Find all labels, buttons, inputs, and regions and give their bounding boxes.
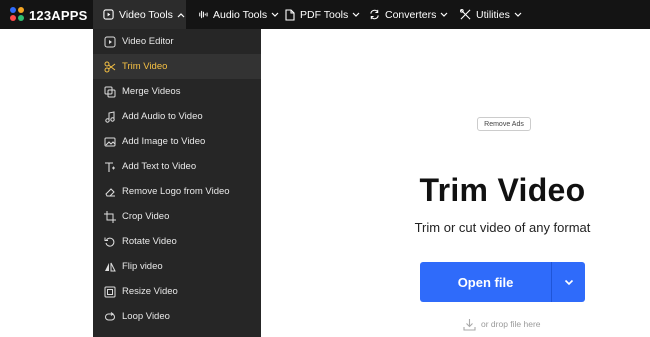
nav-video-tools[interactable]: Video Tools bbox=[93, 0, 186, 29]
chevron-up-icon bbox=[177, 12, 185, 17]
nav-audio-tools[interactable]: Audio Tools bbox=[197, 0, 279, 29]
audio-wave-icon bbox=[199, 10, 208, 19]
tools-icon bbox=[460, 9, 471, 20]
loop-icon bbox=[103, 310, 117, 324]
page-subtitle: Trim or cut video of any format bbox=[414, 220, 591, 235]
menu-item-video-editor[interactable]: Video Editor bbox=[93, 29, 261, 54]
menu-item-rotate-video[interactable]: Rotate Video bbox=[93, 229, 261, 254]
image-icon bbox=[103, 135, 117, 149]
menu-item-label: Loop Video bbox=[122, 311, 170, 322]
chevron-down-icon bbox=[564, 279, 573, 285]
menu-item-label: Resize Video bbox=[122, 286, 178, 297]
text-icon bbox=[103, 160, 117, 174]
menu-item-resize-video[interactable]: Resize Video bbox=[93, 279, 261, 304]
chevron-down-icon bbox=[271, 12, 279, 17]
menu-item-label: Trim Video bbox=[122, 61, 168, 72]
brand-logo[interactable]: 123APPS bbox=[10, 6, 88, 24]
flip-icon bbox=[103, 260, 117, 274]
menu-item-flip-video[interactable]: Flip video bbox=[93, 254, 261, 279]
menu-item-trim-video[interactable]: Trim Video bbox=[93, 54, 261, 79]
brand-name: 123APPS bbox=[29, 7, 88, 23]
menu-item-loop-video[interactable]: Loop Video bbox=[93, 304, 261, 329]
nav-converters-label: Converters bbox=[385, 8, 437, 21]
resize-icon bbox=[103, 285, 117, 299]
merge-icon bbox=[103, 85, 117, 99]
video-tools-dropdown-menu: Video Editor Trim Video Merge Videos Add… bbox=[93, 29, 261, 337]
drop-file-hint-text: or drop file here bbox=[481, 319, 541, 329]
menu-item-merge-videos[interactable]: Merge Videos bbox=[93, 79, 261, 104]
menu-item-add-audio[interactable]: Add Audio to Video bbox=[93, 104, 261, 129]
menu-item-label: Add Image to Video bbox=[122, 136, 206, 147]
chevron-down-icon bbox=[514, 12, 522, 17]
menu-item-add-text[interactable]: Add Text to Video bbox=[93, 154, 261, 179]
menu-item-label: Merge Videos bbox=[122, 86, 181, 97]
nav-converters[interactable]: Converters bbox=[369, 0, 448, 29]
open-file-button[interactable]: Open file bbox=[420, 262, 551, 302]
menu-item-crop-video[interactable]: Crop Video bbox=[93, 204, 261, 229]
menu-item-add-image[interactable]: Add Image to Video bbox=[93, 129, 261, 154]
menu-item-label: Video Editor bbox=[122, 36, 174, 47]
video-play-icon bbox=[103, 9, 114, 20]
nav-pdf-tools-label: PDF Tools bbox=[300, 8, 349, 21]
menu-item-label: Crop Video bbox=[122, 211, 170, 222]
pdf-document-icon bbox=[285, 8, 295, 21]
music-note-icon bbox=[103, 110, 117, 124]
nav-video-tools-label: Video Tools bbox=[119, 8, 173, 21]
logo-dots-icon bbox=[10, 7, 26, 23]
menu-item-remove-logo[interactable]: Remove Logo from Video bbox=[93, 179, 261, 204]
open-file-button-group: Open file bbox=[420, 262, 585, 302]
page-title: Trim Video bbox=[419, 172, 586, 208]
eraser-icon bbox=[103, 185, 117, 199]
download-icon bbox=[463, 318, 476, 331]
menu-item-label: Remove Logo from Video bbox=[122, 186, 230, 197]
menu-item-label: Add Text to Video bbox=[122, 161, 197, 172]
scissors-icon bbox=[103, 60, 117, 74]
nav-audio-tools-label: Audio Tools bbox=[213, 8, 268, 21]
convert-arrows-icon bbox=[370, 9, 379, 20]
rotate-icon bbox=[103, 235, 117, 249]
top-navigation-bar: 123APPS Video Tools Audio Tools PDF Tool… bbox=[0, 0, 650, 29]
chevron-down-icon bbox=[352, 12, 360, 17]
nav-utilities-label: Utilities bbox=[476, 8, 510, 21]
nav-pdf-tools[interactable]: PDF Tools bbox=[285, 0, 360, 29]
nav-utilities[interactable]: Utilities bbox=[460, 0, 522, 29]
drop-file-hint: or drop file here bbox=[463, 317, 541, 331]
crop-icon bbox=[103, 210, 117, 224]
video-editor-icon bbox=[103, 35, 117, 49]
remove-ads-button[interactable]: Remove Ads bbox=[477, 117, 531, 131]
menu-item-label: Rotate Video bbox=[122, 236, 177, 247]
menu-item-label: Add Audio to Video bbox=[122, 111, 203, 122]
chevron-down-icon bbox=[440, 12, 448, 17]
open-file-options-button[interactable] bbox=[552, 262, 585, 302]
menu-item-label: Flip video bbox=[122, 261, 163, 272]
